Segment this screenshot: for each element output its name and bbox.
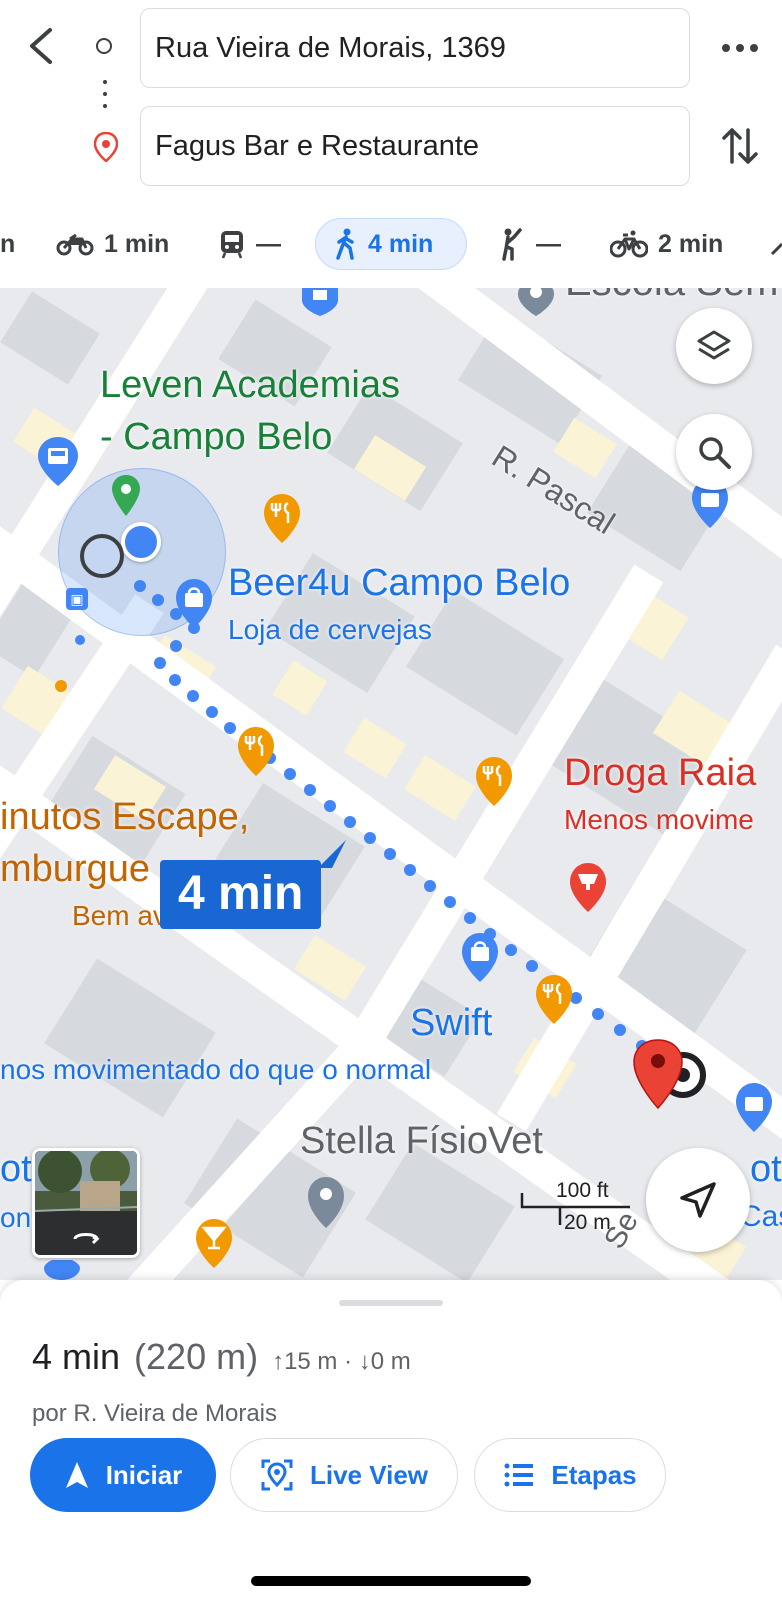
vet-pin-icon[interactable] bbox=[306, 1176, 346, 1230]
start-button[interactable]: Iniciar bbox=[30, 1438, 216, 1512]
bar-pin-icon[interactable] bbox=[194, 1218, 234, 1270]
start-label: Iniciar bbox=[105, 1459, 183, 1490]
poi-label: Escola Sem bbox=[565, 288, 778, 305]
chevron-left-icon bbox=[30, 28, 52, 64]
shopping-bag-pin-icon[interactable] bbox=[460, 932, 500, 984]
route-duration: 4 min bbox=[32, 1336, 121, 1377]
street-view-image bbox=[35, 1151, 137, 1255]
mode-label: — bbox=[536, 229, 561, 258]
origin-marker-icon bbox=[80, 534, 124, 578]
swap-button[interactable] bbox=[718, 122, 762, 170]
route-duration-badge[interactable]: 4 min bbox=[160, 860, 322, 929]
map-view[interactable]: ▣ R. Pascal Escola Sem Leven Academias -… bbox=[0, 288, 782, 1280]
map-scale: 100 ft 20 m bbox=[520, 1179, 640, 1243]
search-icon bbox=[699, 437, 731, 469]
origin-field[interactable]: Rua Vieira de Morais, 1369 bbox=[140, 8, 690, 88]
poi-label[interactable]: Droga Raia bbox=[564, 752, 756, 795]
navigation-arrow-icon bbox=[680, 1182, 716, 1218]
poi-label-partial: ot bbox=[750, 1148, 782, 1190]
green-place-pin-icon bbox=[112, 475, 140, 516]
mode-bicycle[interactable]: 2 min bbox=[610, 218, 723, 270]
destination-field[interactable]: Fagus Bar e Restaurante bbox=[140, 106, 690, 186]
poi-label[interactable]: Swift bbox=[410, 1002, 492, 1045]
route-via: por R. Vieira de Morais bbox=[32, 1400, 277, 1427]
shopping-pin-icon[interactable] bbox=[300, 288, 340, 318]
mode-label: — bbox=[256, 229, 281, 258]
route-distance: (220 m) bbox=[134, 1336, 259, 1377]
layers-button[interactable] bbox=[676, 308, 752, 384]
mode-flight-partial[interactable] bbox=[770, 230, 782, 258]
plane-icon bbox=[770, 242, 782, 256]
restaurant-pin-icon[interactable] bbox=[262, 493, 302, 545]
mode-car[interactable]: n bbox=[0, 218, 15, 270]
street-view-thumbnail[interactable] bbox=[32, 1148, 140, 1258]
restaurant-pin-icon[interactable] bbox=[236, 726, 276, 778]
route-elevation: ↑15 m · ↓0 m bbox=[272, 1348, 411, 1375]
transit-icon bbox=[221, 231, 243, 259]
poi-label[interactable]: Leven Academias bbox=[100, 364, 400, 407]
ride-hail-icon bbox=[502, 228, 522, 261]
origin-circle-icon bbox=[96, 38, 112, 54]
poi-label[interactable]: - Campo Belo bbox=[100, 416, 332, 459]
swap-vertical-icon bbox=[722, 128, 758, 164]
steps-button[interactable]: Etapas bbox=[474, 1438, 666, 1512]
destination-pin-icon bbox=[633, 1039, 683, 1110]
home-indicator[interactable] bbox=[251, 1576, 531, 1586]
live-view-label: Live View bbox=[309, 1459, 429, 1490]
bus-station-pin-icon[interactable] bbox=[36, 436, 80, 488]
sheet-drag-handle[interactable] bbox=[339, 1300, 443, 1306]
back-button[interactable] bbox=[22, 22, 62, 70]
poi-label[interactable]: Stella FísioVet bbox=[300, 1120, 543, 1163]
pharmacy-pin-icon[interactable] bbox=[568, 862, 608, 914]
walk-icon bbox=[336, 228, 354, 260]
shopping-bag-pin-icon[interactable] bbox=[174, 578, 214, 630]
travel-mode-bar: n 1 min — 4 min — 2 min bbox=[0, 214, 782, 276]
list-icon bbox=[504, 1463, 534, 1487]
poi-label[interactable]: inutos Escape, bbox=[0, 796, 249, 839]
route-dots-icon bbox=[103, 80, 107, 116]
steps-label: Etapas bbox=[551, 1459, 637, 1490]
mode-transit[interactable]: — bbox=[218, 218, 281, 270]
bus-stop-icon[interactable]: ▣ bbox=[66, 588, 88, 610]
poi-sublabel: Menos movime bbox=[564, 804, 754, 835]
mode-label: 2 min bbox=[658, 229, 724, 258]
destination-pin-icon bbox=[93, 131, 119, 167]
restaurant-pin-icon[interactable] bbox=[474, 756, 514, 808]
live-view-button[interactable]: Live View bbox=[230, 1438, 458, 1512]
search-along-route-button[interactable] bbox=[676, 414, 752, 490]
poi-dot-orange-icon bbox=[55, 680, 67, 692]
poi-sublabel: nos movimentado do que o normal bbox=[0, 1054, 432, 1085]
motorcycle-icon bbox=[56, 233, 94, 256]
layers-icon bbox=[697, 330, 731, 360]
more-horizontal-icon bbox=[722, 44, 758, 52]
mode-label: 4 min bbox=[368, 229, 434, 258]
place-pin-partial-icon bbox=[44, 1260, 80, 1280]
mode-label: n bbox=[0, 229, 16, 258]
route-details-sheet: 4 min (220 m) ↑15 m · ↓0 m por R. Vieira… bbox=[0, 1280, 782, 1600]
route-summary: 4 min (220 m) ↑15 m · ↓0 m bbox=[32, 1336, 411, 1378]
shopping-bag-pin-icon[interactable] bbox=[734, 1082, 774, 1134]
mode-ride-hail[interactable]: — bbox=[498, 218, 561, 270]
bicycle-icon bbox=[610, 230, 648, 258]
poi-label[interactable]: Beer4u Campo Belo bbox=[228, 562, 570, 605]
poi-label-partial: ot bbox=[0, 1148, 32, 1190]
poi-sublabel: Loja de cervejas bbox=[228, 614, 432, 645]
poi-label[interactable]: mburgue bbox=[0, 848, 150, 891]
badge-pointer bbox=[318, 840, 346, 868]
navigation-arrow-icon bbox=[65, 1462, 88, 1488]
mode-walk[interactable]: 4 min bbox=[315, 218, 467, 270]
current-location-dot bbox=[121, 522, 161, 562]
restaurant-pin-icon[interactable] bbox=[534, 974, 574, 1026]
mode-motorcycle[interactable]: 1 min bbox=[56, 218, 169, 270]
scale-ft-label: 100 ft bbox=[556, 1179, 609, 1202]
live-view-icon bbox=[261, 1459, 293, 1491]
mode-label: 1 min bbox=[104, 229, 170, 258]
scale-m-label: 20 m bbox=[564, 1211, 611, 1234]
school-pin-icon[interactable] bbox=[516, 288, 556, 318]
directions-header: Rua Vieira de Morais, 1369 Fagus Bar e R… bbox=[0, 0, 782, 288]
recenter-button[interactable] bbox=[646, 1148, 750, 1252]
more-options-button[interactable] bbox=[718, 30, 762, 66]
